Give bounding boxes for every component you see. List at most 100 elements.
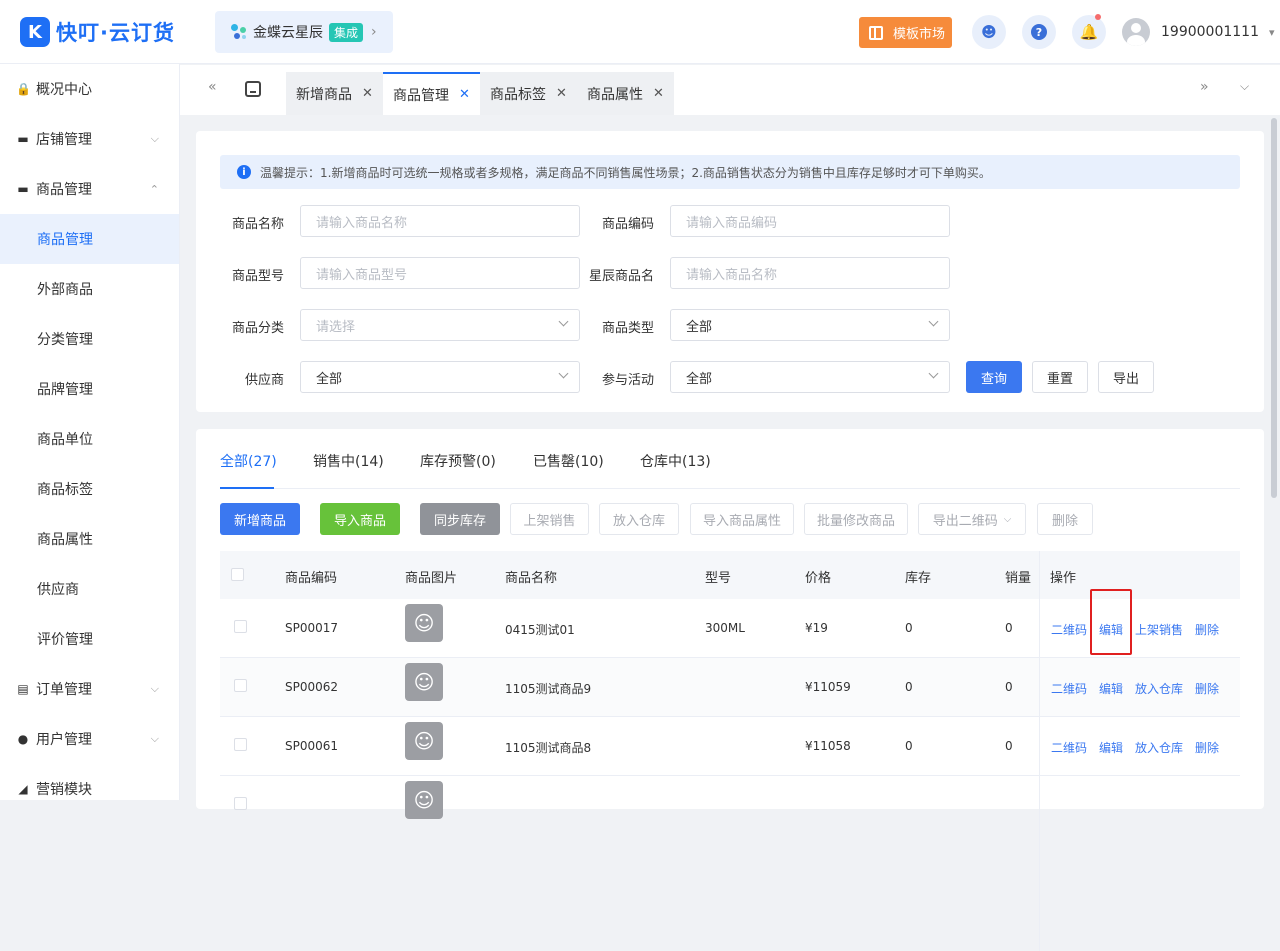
chevron-right-icon: › [371,24,377,40]
tab-goods-tags[interactable]: 商品标签 ✕ [480,72,577,115]
filter-panel: i 温馨提示：1.新增商品时可选统一规格或者多规格，满足商品不同销售属性场景；2… [196,131,1264,412]
goods-model-input[interactable]: 请输入商品型号 [300,257,580,289]
row-checkbox[interactable] [234,738,247,751]
query-button[interactable]: 查询 [966,361,1022,393]
notification-dot [1095,14,1101,20]
import-attributes-button[interactable]: 导入商品属性 [690,503,794,535]
row-name: 1105测试商品9 [505,682,592,696]
goods-image: ☺ [405,722,443,760]
add-goods-button[interactable]: 新增商品 [220,503,300,535]
qr-code-link[interactable]: 二维码 [1051,739,1087,756]
delete-link[interactable]: 删除 [1195,621,1219,638]
close-icon[interactable]: ✕ [653,86,664,101]
brand-logo[interactable]: K 快叮·云订货 [20,16,175,48]
chevron-down-icon[interactable]: ⌵ [1240,79,1249,94]
supplier-label: 供应商 [244,373,284,388]
sidebar-item-orders[interactable]: ▤ 订单管理 ⌵ [0,664,179,714]
import-goods-button[interactable]: 导入商品 [320,503,400,535]
goods-name-input[interactable]: 请输入商品名称 [300,205,580,237]
template-market-button[interactable]: 模板市场 [859,17,952,48]
double-chevron-right-icon[interactable]: » [1200,79,1209,95]
export-button[interactable]: 导出 [1098,361,1154,393]
tab-add-goods[interactable]: 新增商品 ✕ [286,72,383,115]
edit-link[interactable]: 编辑 [1099,739,1123,756]
reset-button[interactable]: 重置 [1032,361,1088,393]
sidebar-item-brand[interactable]: 品牌管理 [0,364,179,414]
col-actions: 操作 [1050,571,1077,586]
table-row: SP00062 ☺ 1105测试商品9 ¥11059 0 0 二维码 编辑 放入… [220,658,1240,717]
sidebar-item-marketing[interactable]: ◢ 营销模块 [0,764,179,814]
sync-stock-button[interactable]: 同步库存 [420,503,500,535]
sidebar-item-shop[interactable]: ▬ 店铺管理 ⌵ [0,114,179,164]
goods-code-input[interactable]: 请输入商品编码 [670,205,950,237]
to-warehouse-link[interactable]: 放入仓库 [1135,680,1183,697]
goods-image: ☺ [405,604,443,642]
fixed-column-divider [1039,551,1040,951]
goods-image: ☺ [405,663,443,701]
tab-goods-attributes[interactable]: 商品属性 ✕ [577,72,674,115]
row-checkbox[interactable] [234,679,247,692]
col-stock: 库存 [905,571,932,586]
tab-stock-warning[interactable]: 库存预警(0) [420,451,496,471]
on-sale-link[interactable]: 上架销售 [1135,621,1183,638]
delete-link[interactable]: 删除 [1195,739,1219,756]
double-chevron-left-icon[interactable]: « [208,79,217,95]
close-icon[interactable]: ✕ [459,87,470,102]
row-stock: 0 [905,739,913,753]
integration-label: 金蝶云星辰 [253,25,323,41]
sidebar-item-overview[interactable]: 🔒 概况中心 [0,64,179,114]
goods-type-select[interactable]: 全部 [670,309,950,341]
sidebar-item-reviews[interactable]: 评价管理 [0,614,179,664]
tab-all[interactable]: 全部(27) [220,451,277,471]
sidebar-item-supplier[interactable]: 供应商 [0,564,179,614]
service-icon[interactable]: ☻ [972,15,1006,49]
sidebar-item-external-goods[interactable]: 外部商品 [0,264,179,314]
sidebar-item-category[interactable]: 分类管理 [0,314,179,364]
goods-category-select[interactable]: 请选择 [300,309,580,341]
integration-badge[interactable]: 金蝶云星辰 集成 › [215,11,393,53]
select-all-checkbox[interactable] [231,568,244,581]
qr-code-link[interactable]: 二维码 [1051,621,1087,638]
user-menu[interactable]: 19900001111 ▾ [1122,18,1275,46]
tab-sold-out[interactable]: 已售罄(10) [533,451,604,471]
sidebar-item-goods[interactable]: ▬ 商品管理 ⌃ [0,164,179,214]
row-checkbox[interactable] [234,620,247,633]
to-warehouse-link[interactable]: 放入仓库 [1135,739,1183,756]
user-icon: ● [17,732,29,746]
supplier-select[interactable]: 全部 [300,361,580,393]
edit-link[interactable]: 编辑 [1099,680,1123,697]
tab-in-warehouse[interactable]: 仓库中(13) [640,451,711,471]
row-sales: 0 [1005,621,1013,635]
sidebar-item-unit[interactable]: 商品单位 [0,414,179,464]
row-stock: 0 [905,621,913,635]
qr-code-link[interactable]: 二维码 [1051,680,1087,697]
to-warehouse-button[interactable]: 放入仓库 [599,503,679,535]
sidebar-item-users[interactable]: ● 用户管理 ⌵ [0,714,179,764]
bell-icon[interactable]: 🔔 [1072,14,1106,49]
page-scrollbar[interactable] [1271,118,1277,498]
xc-goods-name-input[interactable]: 请输入商品名称 [670,257,950,289]
delete-button[interactable]: 删除 [1037,503,1093,535]
row-name: 1105测试商品8 [505,741,592,755]
sidebar-item-attributes[interactable]: 商品属性 [0,514,179,564]
help-icon[interactable]: ? [1022,15,1056,49]
tab-on-sale[interactable]: 销售中(14) [313,451,384,471]
delete-link[interactable]: 删除 [1195,680,1219,697]
sidebar-item-goods-manage[interactable]: 商品管理 [0,214,179,264]
marketing-icon: ◢ [18,782,28,796]
close-icon[interactable]: ✕ [362,86,373,101]
template-icon [869,25,883,40]
sidebar-item-label: 营销模块 [36,782,92,798]
home-icon[interactable] [245,81,261,97]
batch-edit-button[interactable]: 批量修改商品 [804,503,908,535]
sidebar-item-tags[interactable]: 商品标签 [0,464,179,514]
activity-select[interactable]: 全部 [670,361,950,393]
on-sale-button[interactable]: 上架销售 [510,503,589,535]
col-model: 型号 [705,571,732,586]
tab-goods-manage[interactable]: 商品管理 ✕ [383,72,480,115]
export-qr-button[interactable]: 导出二维码 ⌵ [918,503,1026,535]
close-icon[interactable]: ✕ [556,86,567,101]
row-checkbox[interactable] [234,797,247,810]
table-row: SP00017 ☺ 0415测试01 300ML ¥19 0 0 二维码 编辑 … [220,599,1240,658]
table-row: SP00061 ☺ 1105测试商品8 ¥11058 0 0 二维码 编辑 放入… [220,717,1240,776]
